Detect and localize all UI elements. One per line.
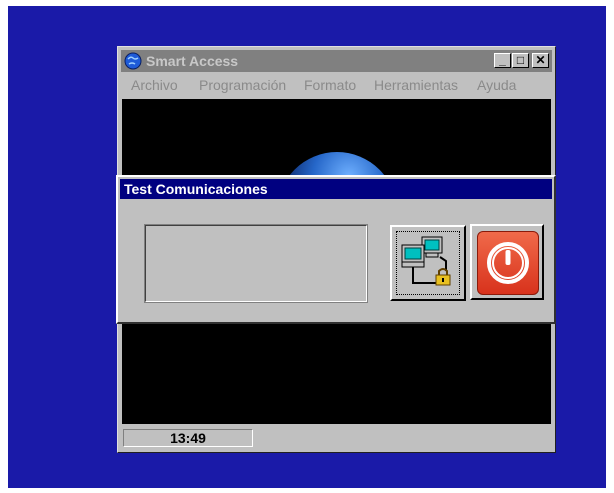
menu-ayuda[interactable]: Ayuda xyxy=(477,77,516,93)
menu-formato[interactable]: Formato xyxy=(304,77,356,93)
close-button[interactable]: ✕ xyxy=(532,53,549,68)
window-title: Smart Access xyxy=(146,53,239,69)
title-bar[interactable]: Smart Access _ □ ✕ xyxy=(121,50,552,72)
network-computers-icon xyxy=(401,236,451,286)
network-test-button[interactable] xyxy=(390,225,466,301)
globe-icon xyxy=(124,52,142,70)
power-button-face xyxy=(477,231,539,295)
maximize-button[interactable]: □ xyxy=(512,53,529,68)
power-icon xyxy=(487,242,529,284)
menu-bar: Archivo Programación Formato Herramienta… xyxy=(121,74,552,96)
status-display-panel xyxy=(144,224,368,303)
test-communications-dialog: Test Comunicaciones xyxy=(116,175,556,324)
menu-programacion[interactable]: Programación xyxy=(199,77,286,93)
status-bar: 13:49 xyxy=(121,428,552,449)
power-button[interactable] xyxy=(470,224,544,300)
minimize-button[interactable]: _ xyxy=(494,53,511,68)
clock-display: 13:49 xyxy=(123,429,253,447)
menu-herramientas[interactable]: Herramientas xyxy=(374,77,458,93)
menu-archivo[interactable]: Archivo xyxy=(131,77,178,93)
dialog-title-bar[interactable]: Test Comunicaciones xyxy=(120,179,552,199)
dialog-title: Test Comunicaciones xyxy=(124,181,268,197)
